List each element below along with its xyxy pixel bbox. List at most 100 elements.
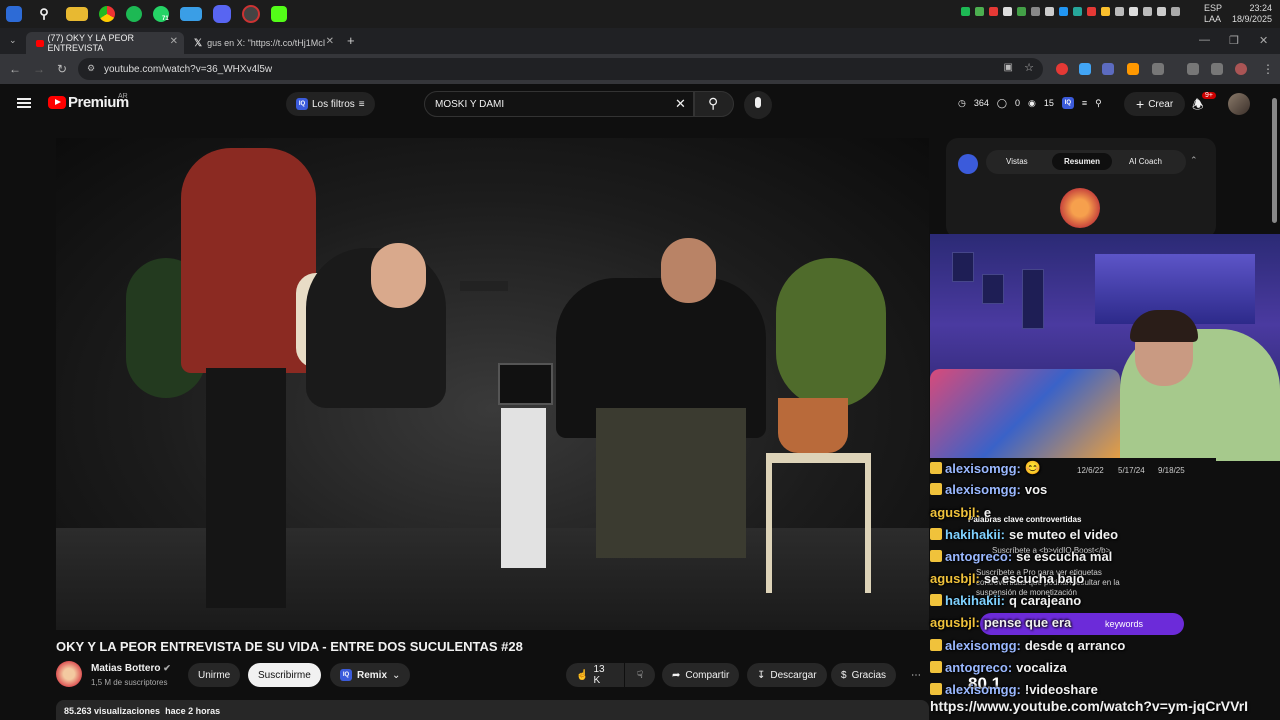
extension-record-icon[interactable] [1056, 63, 1068, 75]
like-button[interactable]: ☝ 13 K [566, 663, 624, 687]
back-icon[interactable]: ← [9, 62, 21, 76]
chrome-icon[interactable] [99, 6, 115, 22]
chat-username[interactable]: agusbjl: [930, 505, 980, 520]
more-actions-button[interactable]: ⋯ [904, 663, 928, 687]
filters-button[interactable]: IQ Los filtros ≡ [286, 92, 375, 116]
whatsapp-icon[interactable]: 71 [153, 6, 169, 22]
discord-icon[interactable] [213, 5, 231, 23]
video-title: OKY Y LA PEOR ENTREVISTA DE SU VIDA - EN… [56, 639, 523, 654]
close-window-icon[interactable]: ✕ [1259, 34, 1268, 47]
collapse-panel-icon[interactable]: ⌃ [1190, 155, 1198, 166]
search-icon[interactable]: ⚲ [33, 3, 55, 25]
remix-label: Remix [357, 669, 388, 681]
extension-translate-icon[interactable] [1079, 63, 1091, 75]
extension-play-icon[interactable] [1127, 63, 1139, 75]
downloads-icon[interactable] [1187, 63, 1199, 75]
reload-icon[interactable]: ↻ [57, 62, 67, 76]
trophy-icon[interactable]: ⚲ [1095, 98, 1102, 109]
youtube-logo-icon[interactable] [48, 96, 66, 109]
menu-icon[interactable] [17, 98, 31, 108]
browser-menu-icon[interactable]: ⋮ [1262, 62, 1274, 76]
install-app-icon[interactable]: ▣ [1004, 62, 1013, 73]
vidiq-icon[interactable]: IQ [1061, 97, 1074, 109]
chat-username[interactable]: alexisomgg: [945, 682, 1021, 697]
channel-name[interactable]: Matias Bottero ✔ [91, 663, 171, 674]
download-icon: ↧ [757, 669, 766, 681]
chat-username[interactable]: alexisomgg: [945, 461, 1021, 476]
kick-icon[interactable] [271, 6, 287, 22]
notifications-bell-icon[interactable]: 🕭 [1192, 96, 1204, 118]
new-tab-button[interactable]: + [347, 33, 355, 48]
channel-avatar[interactable] [56, 661, 82, 687]
list-icon[interactable]: ≡ [1082, 98, 1087, 108]
tab-youtube[interactable]: (77) OKY Y LA PEOR ENTREVISTA ✕ [26, 32, 184, 54]
windows-start-icon[interactable] [6, 6, 22, 22]
photos-icon[interactable] [180, 7, 202, 21]
dislike-button[interactable]: ☟ [625, 663, 655, 687]
video-stool-right [766, 453, 871, 593]
forward-icon[interactable]: → [33, 62, 45, 76]
tab-vistas[interactable]: Vistas [1006, 157, 1028, 166]
minimize-icon[interactable]: — [1199, 34, 1210, 46]
tab-ai-coach[interactable]: AI Coach [1129, 157, 1162, 166]
restore-icon[interactable]: ❐ [1229, 34, 1239, 47]
search-input[interactable]: MOSKI Y DAMI ✕ [424, 91, 694, 117]
chat-username[interactable]: antogreco: [945, 549, 1012, 564]
spotify-icon[interactable] [126, 6, 142, 22]
address-bar[interactable]: ⚙ youtube.com/watch?v=36_WHXv4l5w ▣ ☆ [78, 58, 1043, 80]
search-icon: ⚲ [708, 95, 719, 111]
chat-username[interactable]: hakihakii: [945, 593, 1005, 608]
channel-name-text: Matias Bottero [91, 663, 161, 674]
chat-message: alexisomgg: vos [930, 479, 1047, 499]
chat-username[interactable]: hakihakii: [945, 527, 1005, 542]
search-button[interactable]: ⚲ [694, 91, 734, 117]
chat-username[interactable]: alexisomgg: [945, 482, 1021, 497]
video-person-standing-legs [206, 368, 286, 608]
page-scrollbar[interactable] [1272, 98, 1277, 223]
subscribe-button[interactable]: Suscribirme [248, 663, 321, 687]
input-language[interactable]: ESP LAA [1204, 3, 1222, 25]
chevron-down-icon: ⌄ [392, 669, 401, 681]
clear-search-icon[interactable]: ✕ [675, 96, 686, 112]
chat-username[interactable]: antogreco: [945, 660, 1012, 675]
remix-button[interactable]: IQ Remix ⌄ [330, 663, 411, 687]
account-avatar[interactable] [1228, 93, 1250, 115]
more-icon: ⋯ [911, 669, 921, 681]
video-pedestal [501, 408, 546, 568]
thanks-button[interactable]: $ Gracias [831, 663, 897, 687]
eye-icon: ◉ [1027, 97, 1036, 108]
chart-date-1: 12/6/22 [1077, 466, 1104, 475]
tab-groups-icon[interactable] [1211, 63, 1223, 75]
join-button[interactable]: Unirme [188, 663, 241, 687]
share-button[interactable]: ➦ Compartir [662, 663, 740, 687]
tab-search-chevron-icon[interactable]: ⌄ [9, 35, 17, 46]
extension-wave-icon[interactable] [1102, 63, 1114, 75]
clock-date: 18/9/2025 [1231, 14, 1272, 24]
chat-username[interactable]: agusbjl: [930, 571, 980, 586]
vidiq-header-stats: ◷ 364 ◯ 0 ◉ 15 IQ ≡ ⚲ [958, 97, 1102, 109]
chat-badge-icon [930, 528, 942, 540]
site-info-icon[interactable]: ⚙ [87, 63, 95, 74]
system-clock[interactable]: 23:24 18/9/2025 [1232, 3, 1272, 25]
profile-avatar[interactable] [1235, 63, 1247, 75]
video-player[interactable] [56, 138, 929, 630]
create-button[interactable]: + Crear [1124, 92, 1186, 116]
chat-username[interactable]: agusbjl: [930, 615, 980, 630]
download-button[interactable]: ↧ Descargar [747, 663, 827, 687]
chart-date-2: 5/17/24 [1118, 466, 1145, 475]
extensions-puzzle-icon[interactable] [1152, 63, 1164, 75]
chat-username[interactable]: alexisomgg: [945, 638, 1021, 653]
video-description-box[interactable]: 85.263 visualizaciones hace 2 horas [56, 700, 929, 720]
close-tab-icon[interactable]: ✕ [170, 36, 178, 47]
browser-active-icon[interactable] [242, 5, 260, 23]
voice-search-button[interactable] [744, 91, 772, 119]
vidiq-icon: IQ [340, 669, 352, 681]
close-tab-icon[interactable]: ✕ [326, 36, 334, 47]
stat-b: 0 [1014, 98, 1020, 108]
microphone-icon [755, 97, 761, 108]
stat-a: 364 [973, 98, 989, 108]
file-explorer-icon[interactable] [66, 7, 88, 21]
bookmark-star-icon[interactable]: ☆ [1024, 61, 1034, 74]
tab-x[interactable]: 𝕏 gus en X: "https://t.co/tHj1McI ✕ [184, 32, 340, 54]
tab-resumen[interactable]: Resumen [1052, 153, 1113, 170]
